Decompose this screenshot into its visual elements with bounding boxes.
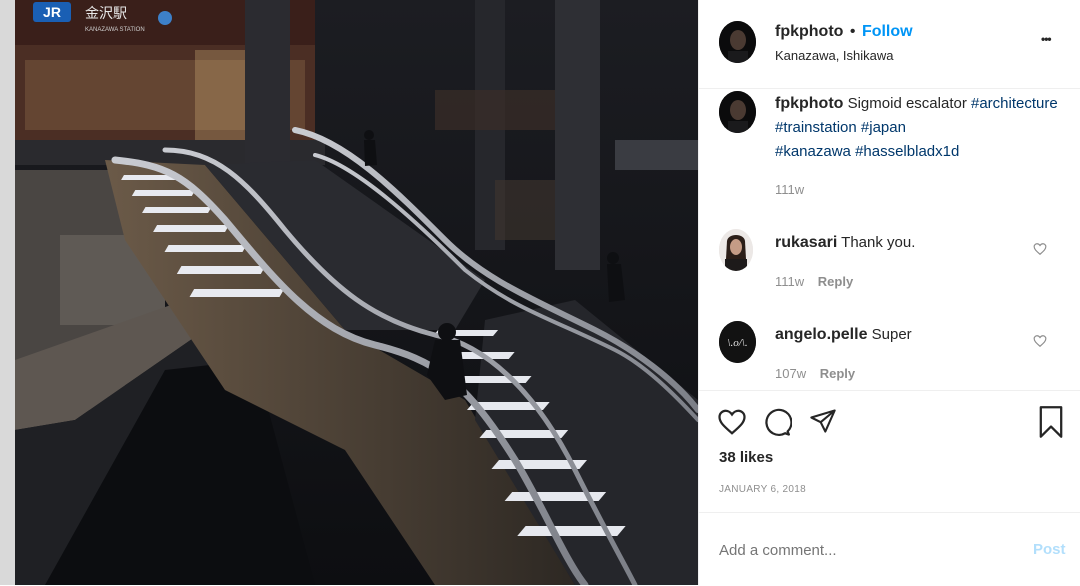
- comment-meta: 107w Reply: [775, 366, 855, 381]
- svg-text:JR: JR: [43, 4, 61, 20]
- comment-row-angelo: angelo.pelle Super: [775, 323, 912, 347]
- hashtag-hasselbladx1d[interactable]: #hasselbladx1d: [855, 143, 959, 160]
- svg-text:\.o/\.: \.o/\.: [727, 337, 747, 349]
- post-comment-button[interactable]: Post: [1033, 541, 1066, 558]
- comment-text: Super: [871, 326, 912, 343]
- caption-username[interactable]: fpkphoto: [775, 95, 843, 112]
- comment-username[interactable]: rukasari: [775, 234, 837, 251]
- header-title-row: fpkphoto • Follow: [775, 23, 913, 41]
- svg-text:金沢駅: 金沢駅: [85, 6, 127, 22]
- caption-timestamp[interactable]: 111w: [775, 182, 804, 197]
- caption-text: Sigmoid escalator: [847, 95, 967, 112]
- comment-bubble-icon[interactable]: [762, 407, 792, 437]
- comment-avatar[interactable]: \.o/\.: [719, 321, 756, 363]
- post-sidebar: fpkphoto • Follow Kanazawa, Ishikawa •••…: [698, 0, 1080, 585]
- author-avatar[interactable]: [719, 21, 756, 63]
- reply-button[interactable]: Reply: [820, 366, 855, 381]
- add-comment-bar: Post: [699, 512, 1080, 586]
- hashtag-trainstation[interactable]: #trainstation: [775, 119, 857, 136]
- comment-row-rukasari: rukasari Thank you.: [775, 231, 915, 255]
- comment-timestamp[interactable]: 111w: [775, 274, 804, 289]
- post-photo[interactable]: JR 金沢駅 KANAZAWA STATION: [15, 0, 698, 585]
- post-actions: 38 likes JANUARY 6, 2018: [699, 390, 1080, 513]
- svg-text:KANAZAWA STATION: KANAZAWA STATION: [85, 27, 145, 33]
- comment-input[interactable]: [717, 535, 1011, 565]
- share-paper-plane-icon[interactable]: [809, 407, 837, 435]
- caption-author-avatar[interactable]: [719, 91, 756, 133]
- more-options-icon[interactable]: •••: [1041, 32, 1052, 46]
- hashtag-japan[interactable]: #japan: [861, 119, 906, 136]
- likes-count[interactable]: 38 likes: [719, 449, 773, 466]
- comment-text: Thank you.: [841, 234, 916, 251]
- comment-avatar[interactable]: [719, 229, 753, 271]
- window-edge: [0, 0, 15, 585]
- hashtag-kanazawa[interactable]: #kanazawa: [775, 143, 851, 160]
- escalator-photo: JR 金沢駅 KANAZAWA STATION: [15, 0, 698, 585]
- hashtag-architecture[interactable]: #architecture: [971, 95, 1058, 112]
- separator-dot: •: [849, 23, 856, 40]
- like-heart-icon[interactable]: [717, 407, 747, 437]
- comment-like-heart-icon[interactable]: [1033, 334, 1047, 348]
- post-location[interactable]: Kanazawa, Ishikawa: [775, 48, 894, 63]
- comment-username[interactable]: angelo.pelle: [775, 326, 867, 343]
- post-header: fpkphoto • Follow Kanazawa, Ishikawa •••: [699, 0, 1080, 89]
- author-username[interactable]: fpkphoto: [775, 23, 843, 40]
- comment-meta: 111w Reply: [775, 274, 853, 289]
- post-date[interactable]: JANUARY 6, 2018: [719, 484, 806, 495]
- reply-button[interactable]: Reply: [818, 274, 853, 289]
- save-bookmark-icon[interactable]: [1037, 405, 1065, 439]
- comment-timestamp[interactable]: 107w: [775, 366, 806, 381]
- comment-like-heart-icon[interactable]: [1033, 242, 1047, 256]
- caption: fpkphoto Sigmoid escalator #architecture…: [775, 92, 1065, 164]
- follow-button[interactable]: Follow: [862, 23, 913, 40]
